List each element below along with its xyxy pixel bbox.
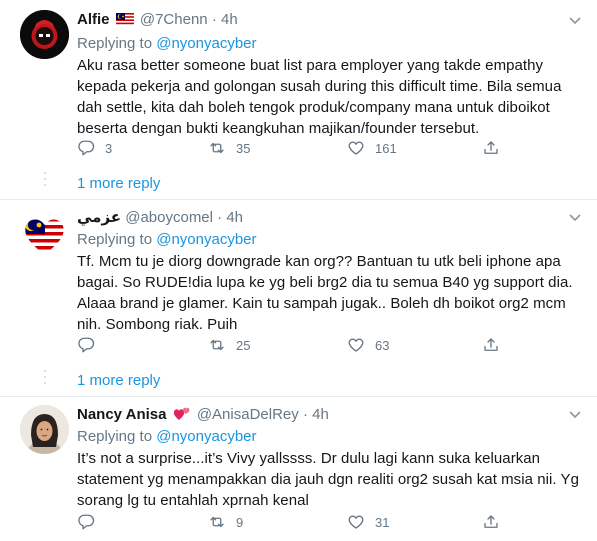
malaysia-flag-icon bbox=[115, 12, 134, 32]
replying-prefix: Replying to bbox=[77, 231, 157, 248]
chevron-down-icon[interactable] bbox=[567, 209, 583, 225]
share-button[interactable] bbox=[482, 336, 500, 354]
retweet-button[interactable]: 25 bbox=[208, 336, 250, 354]
retweet-icon bbox=[210, 516, 224, 528]
avatar[interactable] bbox=[20, 10, 69, 59]
tweet-text: Aku rasa better someone buat list para e… bbox=[77, 57, 562, 137]
retweet-icon bbox=[210, 339, 224, 351]
replying-to: Replying to @nyonyacyber bbox=[77, 230, 583, 250]
tweet-nancy-anisa[interactable]: Nancy Anisa @AnisaDelRey · 4h Replying t… bbox=[0, 397, 597, 541]
like-button[interactable]: 161 bbox=[347, 139, 397, 157]
mention-link[interactable]: @nyonyacyber bbox=[156, 428, 256, 445]
share-icon bbox=[484, 141, 498, 154]
reply-icon bbox=[78, 140, 95, 156]
retweet-icon bbox=[210, 142, 224, 154]
timestamp[interactable]: 4h bbox=[312, 406, 329, 423]
display-name[interactable]: Nancy Anisa bbox=[77, 406, 166, 423]
share-button[interactable] bbox=[482, 513, 500, 531]
reply-count: 3 bbox=[105, 140, 113, 156]
user-handle[interactable]: @aboycomel bbox=[125, 209, 213, 226]
like-count: 161 bbox=[375, 140, 397, 156]
more-replies-link[interactable]: 1 more reply bbox=[77, 174, 160, 194]
share-button[interactable] bbox=[482, 139, 500, 157]
tweet-alfie[interactable]: Alfie @7Chenn · 4h Replying to @nyonyacy… bbox=[0, 0, 597, 200]
tweet-header: Alfie @7Chenn · 4h bbox=[77, 10, 583, 32]
separator-dot: · bbox=[211, 11, 217, 28]
user-handle[interactable]: @7Chenn bbox=[140, 11, 208, 28]
avatar[interactable] bbox=[20, 405, 69, 454]
two-hearts-icon bbox=[173, 406, 195, 423]
display-name[interactable]: Alfie bbox=[77, 11, 110, 28]
retweet-count: 35 bbox=[236, 140, 251, 156]
chevron-down-icon[interactable] bbox=[567, 12, 583, 28]
more-replies-link[interactable]: 1 more reply bbox=[77, 371, 160, 391]
tweet-text: It’s not a surprise...it’s Vivy yallssss… bbox=[77, 450, 579, 509]
mention-link[interactable]: @nyonyacyber bbox=[156, 35, 256, 52]
reply-icon bbox=[78, 337, 95, 353]
retweet-count: 9 bbox=[236, 514, 244, 530]
avatar-image bbox=[20, 210, 69, 259]
avatar-image bbox=[20, 10, 69, 59]
tweet-header: عزمي @aboycomel · 4h bbox=[77, 208, 583, 228]
like-count: 31 bbox=[375, 514, 390, 530]
reply-button[interactable] bbox=[77, 336, 105, 354]
timestamp[interactable]: 4h bbox=[221, 11, 238, 28]
timestamp[interactable]: 4h bbox=[226, 209, 243, 226]
display-name[interactable]: عزمي bbox=[77, 209, 121, 226]
heart-icon bbox=[348, 141, 364, 155]
replying-prefix: Replying to bbox=[77, 35, 157, 52]
tweet-azmi[interactable]: عزمي @aboycomel · 4h Replying to @nyonya… bbox=[0, 200, 597, 396]
heart-icon bbox=[348, 338, 364, 352]
user-handle[interactable]: @AnisaDelRey bbox=[197, 406, 299, 423]
replying-to: Replying to @nyonyacyber bbox=[77, 34, 583, 54]
tweet-header: Nancy Anisa @AnisaDelRey · 4h bbox=[77, 405, 583, 425]
reply-icon bbox=[78, 514, 95, 530]
chevron-down-icon[interactable] bbox=[567, 406, 583, 422]
reply-button[interactable] bbox=[77, 513, 105, 531]
avatar-image bbox=[20, 405, 69, 454]
thread-connector bbox=[44, 172, 46, 190]
retweet-button[interactable]: 35 bbox=[208, 139, 250, 157]
retweet-button[interactable]: 9 bbox=[208, 513, 243, 531]
separator-dot: · bbox=[302, 406, 308, 423]
mention-link[interactable]: @nyonyacyber bbox=[156, 231, 256, 248]
tweet-text: Tf. Mcm tu je diorg downgrade kan org?? … bbox=[77, 253, 573, 333]
like-button[interactable]: 31 bbox=[347, 513, 389, 531]
retweet-count: 25 bbox=[236, 337, 251, 353]
heart-icon bbox=[348, 515, 364, 529]
separator-dot: · bbox=[217, 209, 223, 226]
like-count: 63 bbox=[375, 337, 390, 353]
thread-connector bbox=[44, 370, 46, 388]
avatar[interactable] bbox=[20, 210, 69, 259]
like-button[interactable]: 63 bbox=[347, 336, 389, 354]
replying-to: Replying to @nyonyacyber bbox=[77, 427, 583, 447]
replying-prefix: Replying to bbox=[77, 428, 157, 445]
reply-button[interactable]: 3 bbox=[77, 139, 112, 157]
share-icon bbox=[484, 515, 498, 528]
share-icon bbox=[484, 338, 498, 351]
